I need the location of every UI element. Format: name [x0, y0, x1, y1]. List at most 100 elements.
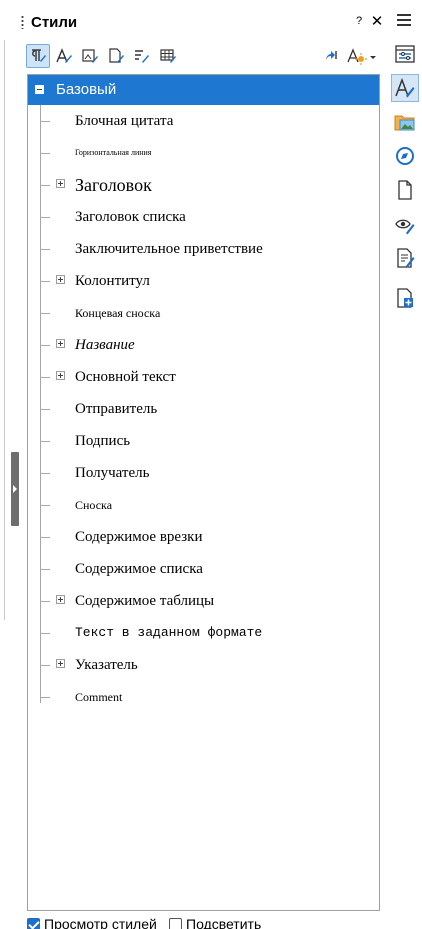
- tree-item[interactable]: Блочная цитата: [28, 106, 379, 136]
- tree-connector-line: [40, 217, 50, 218]
- styles-actions-icon: [347, 48, 376, 65]
- tree-item-label: Comment: [75, 690, 123, 704]
- expand-toggle-icon[interactable]: [56, 339, 65, 348]
- tree-item-label: Название: [75, 337, 135, 353]
- tree-item-label: Концевая сноска: [75, 306, 161, 320]
- collapse-sidebar-handle[interactable]: [11, 452, 19, 526]
- tree-connector-line: [40, 697, 50, 698]
- styles-icon: [395, 77, 415, 98]
- tree-item-label: Заключительное приветствие: [75, 241, 263, 257]
- tree-item[interactable]: Название: [28, 330, 379, 360]
- deck-title: Стили: [31, 14, 78, 31]
- tree-item-label: Указатель: [75, 657, 138, 673]
- tree-item-label: Подпись: [75, 433, 131, 449]
- drag-grip-icon[interactable]: [21, 15, 24, 29]
- tree-connector-line: [40, 601, 50, 602]
- fill-format-mode-button[interactable]: [320, 44, 344, 68]
- tree-item-label: Содержимое таблицы: [75, 593, 215, 609]
- tree-connector-line: [40, 537, 50, 538]
- tree-connector-line: [40, 633, 50, 634]
- highlight-checkbox[interactable]: [169, 918, 182, 929]
- tree-item-label: Содержимое списка: [75, 561, 203, 577]
- tree-connector-line: [40, 313, 50, 314]
- character-styles-icon: [56, 48, 72, 63]
- tree-connector-line: [40, 377, 50, 378]
- table-styles-icon: [160, 49, 176, 63]
- tree-connector-line: [40, 409, 50, 410]
- table-styles-button[interactable]: [156, 44, 180, 68]
- navigator-icon: [396, 147, 414, 165]
- tree-item[interactable]: Горизонтальная линия: [28, 138, 379, 168]
- close-button[interactable]: ✕: [370, 12, 384, 30]
- tree-item[interactable]: Колонтитул: [28, 266, 379, 296]
- expand-toggle-icon[interactable]: [56, 275, 65, 284]
- tree-item[interactable]: Содержимое врезки: [28, 522, 379, 552]
- manage-changes-icon: [397, 248, 415, 268]
- sidebar-menu-icon[interactable]: [397, 14, 411, 26]
- tree-item[interactable]: Подпись: [28, 426, 379, 456]
- properties-icon: [395, 45, 415, 63]
- tab-styles[interactable]: [391, 74, 419, 102]
- tree-item-label: Блочная цитата: [75, 113, 174, 129]
- tree-item-label: Базовый: [56, 81, 117, 98]
- highlight-label[interactable]: Подсветить: [186, 915, 261, 929]
- tree-connector-line: [40, 185, 50, 186]
- tree-item-label: Сноска: [75, 498, 113, 512]
- panel-edge-line: [4, 40, 5, 620]
- list-styles-button[interactable]: [130, 44, 154, 68]
- paragraph-styles-icon: [32, 49, 46, 62]
- tree-item-label: Основной текст: [75, 369, 176, 385]
- page-styles-icon: [109, 48, 124, 63]
- expand-toggle-icon[interactable]: [56, 595, 65, 604]
- tree-item-label: Содержимое врезки: [75, 529, 203, 545]
- tree-item-label: Получатель: [75, 465, 150, 481]
- tree-item[interactable]: Заголовок списка: [28, 202, 379, 232]
- tree-connector-line: [40, 441, 50, 442]
- tree-item[interactable]: Содержимое таблицы: [28, 586, 379, 616]
- tree-item[interactable]: Заголовок: [28, 170, 379, 200]
- tree-item[interactable]: Отправитель: [28, 394, 379, 424]
- collapse-toggle-icon[interactable]: [35, 85, 44, 94]
- deck-titlebar: Стили ? ✕: [0, 0, 422, 44]
- tree-item[interactable]: Заключительное приветствие: [28, 234, 379, 264]
- tab-page[interactable]: [391, 176, 419, 204]
- styles-tree[interactable]: Базовый Блочная цитата Горизонтальная лин…: [27, 74, 380, 911]
- tree-connector-line: [40, 505, 50, 506]
- tab-style-inspector[interactable]: [391, 210, 419, 238]
- preview-styles-label[interactable]: Просмотр стилей: [44, 915, 157, 929]
- tree-item[interactable]: Comment: [28, 682, 379, 712]
- tree-item-label: Колонтитул: [75, 273, 150, 289]
- tree-connector-line: [40, 249, 50, 250]
- tree-item[interactable]: Содержимое списка: [28, 554, 379, 584]
- styles-actions-button[interactable]: [344, 44, 378, 68]
- tree-item[interactable]: Основной текст: [28, 362, 379, 392]
- tab-properties[interactable]: [391, 40, 419, 68]
- page-styles-button[interactable]: [104, 44, 128, 68]
- tab-manage-changes[interactable]: [391, 244, 419, 272]
- expand-toggle-icon[interactable]: [56, 659, 65, 668]
- preview-styles-checkbox[interactable]: [27, 918, 40, 929]
- tree-item[interactable]: Указатель: [28, 650, 379, 680]
- tree-item[interactable]: Текст в заданном формате: [28, 618, 379, 648]
- gallery-icon: [394, 115, 415, 131]
- frame-styles-icon: [82, 49, 98, 63]
- tab-design[interactable]: [391, 284, 419, 312]
- tab-navigator[interactable]: [391, 142, 419, 170]
- tree-item[interactable]: Сноска: [28, 490, 379, 520]
- tree-item-label: Горизонтальная линия: [75, 148, 152, 157]
- paragraph-styles-button[interactable]: [26, 44, 50, 68]
- expand-toggle-icon[interactable]: [56, 179, 65, 188]
- tab-gallery[interactable]: [391, 108, 419, 136]
- tree-item-label: Заголовок списка: [75, 209, 186, 225]
- help-button[interactable]: ?: [353, 15, 365, 29]
- character-styles-button[interactable]: [52, 44, 76, 68]
- page-icon: [398, 180, 412, 200]
- tree-item-selected[interactable]: Базовый: [28, 75, 379, 105]
- expand-toggle-icon[interactable]: [56, 371, 65, 380]
- sidebar-tabbar: [388, 0, 422, 929]
- tree-item[interactable]: Получатель: [28, 458, 379, 488]
- frame-styles-button[interactable]: [78, 44, 102, 68]
- tree-item-label: Заголовок: [75, 175, 152, 195]
- tree-item[interactable]: Концевая сноска: [28, 298, 379, 328]
- list-styles-icon: [135, 50, 149, 63]
